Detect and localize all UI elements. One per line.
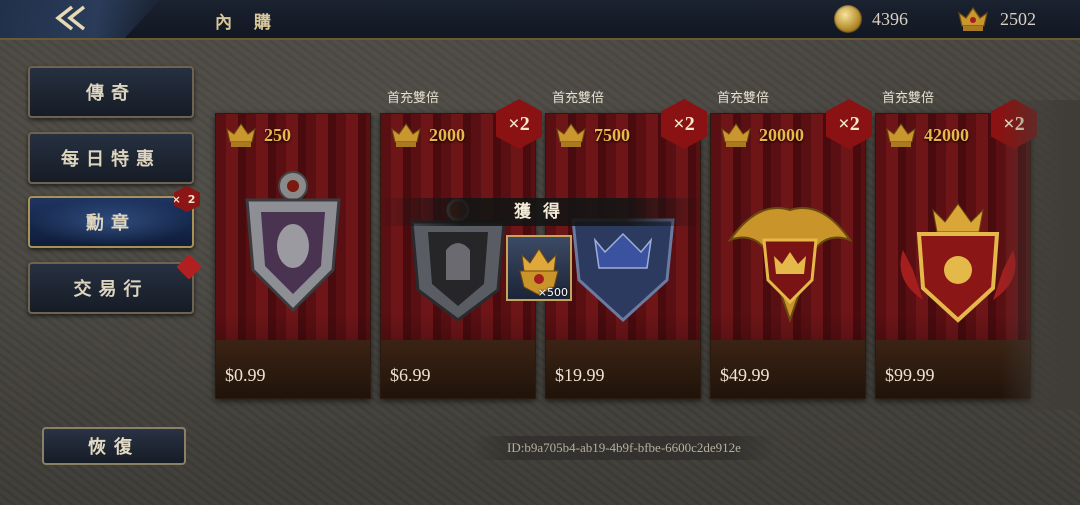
- crown-medal-icon: [226, 123, 256, 147]
- pack-amount: 42000: [884, 120, 969, 150]
- first-purchase-double-label: 首充雙倍: [552, 91, 605, 106]
- crown-medal-icon: [391, 123, 421, 147]
- pack-amount: 2000: [389, 120, 465, 150]
- gold-coin-icon: [834, 5, 862, 33]
- gold-eagle-emblem-icon: [728, 207, 852, 324]
- price-label: $19.99: [555, 365, 605, 385]
- medal-pack-card[interactable]: 250 $0.99: [215, 113, 371, 399]
- pack-amount-value: 20000: [759, 124, 804, 145]
- coin-count: 4396: [872, 8, 908, 29]
- restore-label: 恢復: [88, 437, 140, 458]
- tab-daily-deals[interactable]: 每日特惠: [28, 132, 194, 184]
- tab-medals[interactable]: 勳章 ×2: [28, 186, 200, 248]
- tab-label: 每日特惠: [61, 149, 161, 170]
- obtained-quantity: ×500: [537, 286, 568, 299]
- first-purchase-double-label: 首充雙倍: [717, 91, 770, 106]
- price-label: $49.99: [720, 365, 770, 385]
- first-purchase-double-label: 首充雙倍: [387, 91, 440, 106]
- medal-count: 2502: [1000, 8, 1036, 29]
- crown-medal-icon: [721, 123, 751, 147]
- pack-amount: 250: [224, 120, 291, 150]
- price-label: $99.99: [885, 365, 935, 385]
- pack-amount-value: 250: [264, 124, 291, 145]
- price-label: $0.99: [225, 365, 266, 385]
- crown-medal-icon: [556, 123, 586, 147]
- obtained-item: ×500: [506, 235, 572, 301]
- tab-label: 勳章: [86, 213, 136, 234]
- double-bonus-badge: ×2: [174, 186, 200, 212]
- back-button[interactable]: [0, 0, 160, 38]
- obtained-popup-title: 獲得: [380, 198, 706, 226]
- notification-tag-icon: [176, 254, 202, 280]
- pack-amount-value: 7500: [594, 124, 630, 145]
- pack-amount-value: 2000: [429, 124, 465, 145]
- medal-counter: 2502: [956, 4, 1036, 34]
- silver-shield-emblem-icon: [245, 171, 341, 313]
- scroll-fade: [1000, 100, 1080, 410]
- crown-medal-icon: [886, 123, 916, 147]
- page-title: 內 購: [215, 13, 279, 33]
- tab-legend[interactable]: 傳奇: [28, 66, 194, 118]
- medal-pack-card[interactable]: 20000 $49.99: [710, 113, 866, 399]
- tab-label: 交易行: [73, 279, 149, 300]
- blue-crown-shield-emblem-icon: [571, 218, 675, 323]
- pack-amount-value: 42000: [924, 124, 969, 145]
- first-purchase-double-label: 首充雙倍: [882, 91, 935, 106]
- tab-label: 傳奇: [86, 83, 136, 104]
- pack-amount: 20000: [719, 120, 804, 150]
- top-bar: 內 購 4396 2502: [0, 0, 1080, 40]
- knight-shield-emblem-icon: [410, 198, 506, 322]
- back-arrow-icon: [55, 5, 86, 31]
- coin-counter: 4396: [834, 4, 908, 34]
- restore-button[interactable]: 恢復: [42, 427, 186, 465]
- price-label: $6.99: [390, 365, 431, 385]
- crown-medal-icon: [958, 6, 988, 31]
- pack-amount: 7500: [554, 120, 630, 150]
- order-id-label: ID:b9a705b4-ab19-4b9f-bfbe-6600c2de912e: [474, 436, 774, 460]
- tab-trading-house[interactable]: 交易行: [28, 254, 202, 314]
